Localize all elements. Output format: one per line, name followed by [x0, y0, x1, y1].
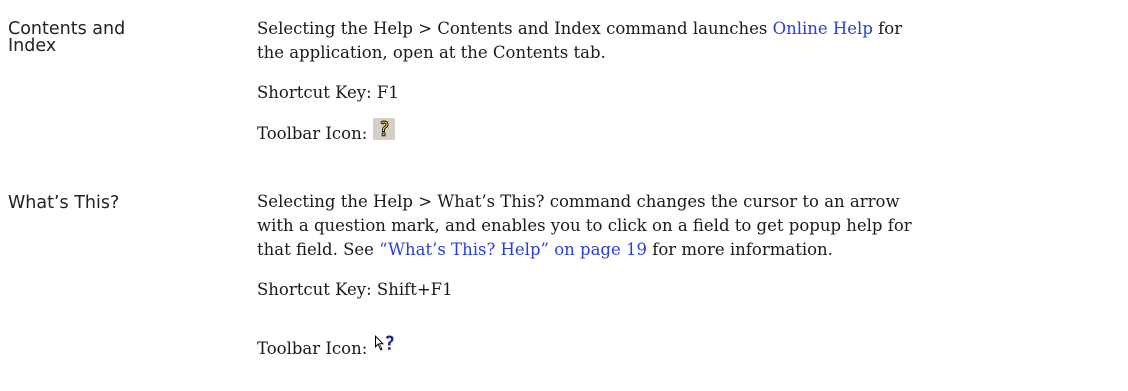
description-text: for more information.	[646, 240, 833, 259]
shortcut-key-text: Shortcut Key: Shift+F1	[257, 280, 453, 299]
toolbar-icon-label: Toolbar Icon:	[257, 124, 368, 143]
help-contents-icon	[373, 118, 396, 147]
term-whats-this: What’s This?	[8, 193, 238, 213]
description-text: Selecting the Help > Contents and Index …	[257, 19, 773, 38]
description-text: for	[872, 19, 903, 38]
toolbar-icon-row: Toolbar Icon:	[257, 118, 396, 149]
description-line-2: with a question mark, and enables you to…	[257, 216, 912, 235]
toolbar-icon-row: Toolbar Icon:	[257, 335, 397, 364]
online-help-link[interactable]: Online Help	[773, 19, 873, 38]
whats-this-help-link[interactable]: “What’s This? Help” on page 19	[379, 240, 647, 259]
description-line-1: Selecting the Help > What’s This? comman…	[257, 192, 900, 211]
term-label: What’s This?	[8, 193, 120, 213]
description-text: that field. See	[257, 240, 380, 259]
whats-this-icon	[373, 333, 397, 362]
shortcut-key-text: Shortcut Key: F1	[257, 83, 399, 102]
term-line-2: Index	[8, 36, 57, 56]
description-line-3: that field. See “What’s This? Help” on p…	[257, 238, 833, 262]
description-line-2: the application, open at the Contents ta…	[257, 43, 606, 62]
description-line-1: Selecting the Help > Contents and Index …	[257, 17, 902, 41]
term-contents-and-index: Contents and Index	[8, 20, 238, 56]
toolbar-icon-label: Toolbar Icon:	[257, 339, 368, 358]
